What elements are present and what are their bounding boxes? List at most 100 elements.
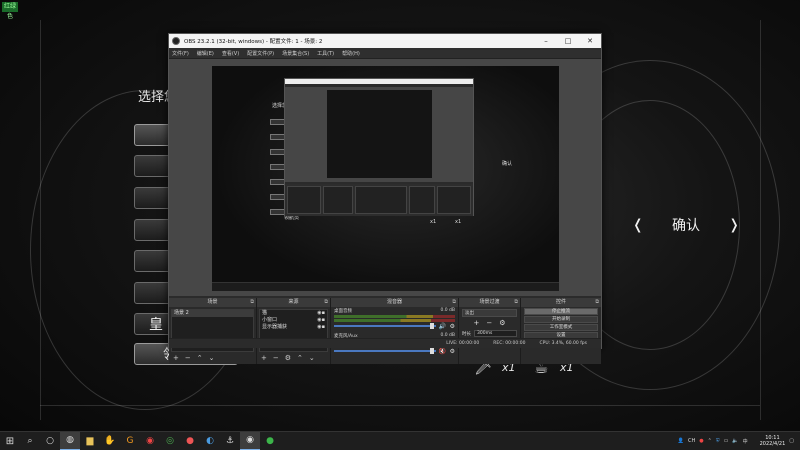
preview-canvas[interactable]: 选择您 领航员 确认 x1 x1 [212,66,559,291]
obs-icon[interactable]: ◉ [240,431,260,450]
obs-titlebar[interactable]: OBS 23.2.1 (32-bit, windows) - 配置文件: 1 -… [169,34,601,48]
app-icon[interactable]: ◐ [200,432,220,450]
tray-language[interactable]: CH [688,438,695,444]
source-item[interactable]: 猫 ◉▪ [260,310,327,317]
chrome-icon[interactable]: ◎ [160,432,180,450]
stop-streaming-button[interactable]: 停止推流 [524,308,598,315]
gear-icon[interactable]: ⚙ [450,323,455,330]
file-explorer-icon[interactable]: ▆ [80,432,100,450]
preview-area: 选择您 领航员 确认 x1 x1 [169,59,601,296]
nested-dock [287,186,321,214]
remove-icon[interactable]: − [273,354,279,362]
move-up-icon[interactable]: ⌃ [297,354,303,362]
menu-view[interactable]: 查看(V) [222,50,239,57]
source-item[interactable]: 显示器捕获 ◉▪ [260,324,327,331]
obs-menubar: 文件(F) 编辑(E) 查看(V) 配置文件(P) 场景集合(S) 工具(T) … [169,48,601,59]
gear-icon[interactable]: ⚙ [499,319,505,327]
move-up-icon[interactable]: ⌃ [197,354,203,362]
move-down-icon[interactable]: ⌄ [309,354,315,362]
scene-item[interactable]: 场景 2 [172,310,253,317]
preview-item-count-2: x1 [455,219,462,225]
transition-select[interactable]: 淡出 [462,309,517,317]
preview-taskbar [212,282,559,291]
remove-icon[interactable]: − [185,354,191,362]
search-icon[interactable]: ⌕ [20,432,40,450]
clock[interactable]: 10:11 2022/4/21 [760,435,786,447]
dock-float-icon[interactable]: ⧉ [514,298,518,307]
duration-input[interactable]: 300ms [474,330,517,337]
input-method-icon[interactable]: 中 [743,438,748,445]
eye-lock-icon[interactable]: ◉▪ [317,310,325,317]
source-item[interactable]: 小窗口 ◉▪ [260,317,327,324]
duration-label: 时长 [462,331,471,337]
add-icon[interactable]: + [473,319,479,327]
menu-scene-collection[interactable]: 场景集合(S) [282,50,309,57]
start-recording-button[interactable]: 开始录制 [524,316,598,323]
app-icon[interactable]: ◉ [140,432,160,450]
preview-item-count-1: x1 [430,219,437,225]
obs-window: OBS 23.2.1 (32-bit, windows) - 配置文件: 1 -… [168,33,602,364]
dock-float-icon[interactable]: ⧉ [452,298,456,307]
nested-dock [355,186,407,214]
add-icon[interactable]: + [173,354,179,362]
transitions-dock-title: 场景过渡 ⧉ [459,298,520,307]
move-down-icon[interactable]: ⌄ [209,354,215,362]
remove-icon[interactable]: − [486,319,492,327]
nested-dock [323,186,353,214]
menu-profile[interactable]: 配置文件(P) [247,50,274,57]
task-view-icon[interactable]: ○ [40,432,60,450]
volume-slider[interactable] [334,350,436,352]
dock-float-icon[interactable]: ⧉ [250,298,254,307]
shield-icon[interactable]: ⛨ [716,438,720,444]
maximize-button[interactable]: □ [557,37,579,45]
person-icon[interactable]: 👤 [678,438,684,444]
confirm-label: 确认 [672,218,700,234]
obs-app-icon [172,37,180,45]
obs-statusbar: LIVE: 00:00:00 REC: 00:00:00 CPU: 3.4%, … [169,338,601,348]
studio-mode-button[interactable]: 工作室模式 [524,324,598,331]
anchor-icon[interactable]: ⚓ [220,432,240,450]
volume-slider-knob[interactable] [430,348,434,354]
wechat-icon[interactable]: ● [260,432,280,450]
volume-slider[interactable] [334,325,436,327]
app-icon[interactable]: ✋ [100,432,120,450]
menu-edit[interactable]: 编辑(E) [197,50,214,57]
dock-float-icon[interactable]: ⧉ [595,298,599,307]
chevron-right-icon: ❭ [728,217,740,233]
volume-icon[interactable]: 🔈 [732,438,738,444]
live-status: LIVE: 00:00:00 [446,341,480,346]
menu-tools[interactable]: 工具(T) [317,50,334,57]
nested-dock [437,186,471,214]
app-tray-icon[interactable]: ● [699,438,703,444]
taskbar: ⊞ ⌕ ○ ◍ ▆ ✋ G ◉ ◎ ● ◐ ⚓ ◉ ● 👤 CH ● ⌃ ⛨ ▭… [0,431,800,450]
eye-lock-icon[interactable]: ◉▪ [317,324,325,331]
menu-help[interactable]: 帮助(H) [342,50,360,57]
app-icon[interactable]: ● [180,432,200,450]
g-icon[interactable]: G [120,432,140,450]
windows-start-icon[interactable]: ⊞ [0,432,20,450]
speaker-muted-icon[interactable]: 🔇 [439,348,446,355]
scenes-dock: 场景 ⧉ 场景 2 + − ⌃ ⌄ [169,298,257,364]
speaker-icon[interactable]: 🔊 [439,323,446,330]
add-icon[interactable]: + [261,354,267,362]
transition-toolbar: + − ⚙ [459,319,520,327]
volume-slider-knob[interactable] [430,323,434,329]
ornament-line [40,20,41,420]
gear-icon[interactable]: ⚙ [285,354,291,362]
gear-icon[interactable]: ⚙ [450,348,455,355]
steam-icon[interactable]: ◍ [60,431,80,450]
confirm-button[interactable]: ❬ 确认 ❭ [632,213,740,237]
nested-titlebar [285,79,473,84]
menu-file[interactable]: 文件(F) [172,50,189,57]
close-button[interactable]: ✕ [579,37,601,45]
chevron-left-icon: ❬ [632,217,644,233]
nested-preview-area [285,87,473,182]
minimize-button[interactable]: – [535,37,557,45]
network-icon[interactable]: ▭ [724,438,729,444]
mixer-dock-title: 混音器 ⧉ [331,298,458,307]
eye-lock-icon[interactable]: ◉▪ [317,317,325,324]
dock-float-icon[interactable]: ⧉ [324,298,328,307]
notification-icon[interactable]: ▢ [789,438,794,444]
nested-preview [327,90,432,178]
chevron-up-icon[interactable]: ⌃ [708,438,712,444]
